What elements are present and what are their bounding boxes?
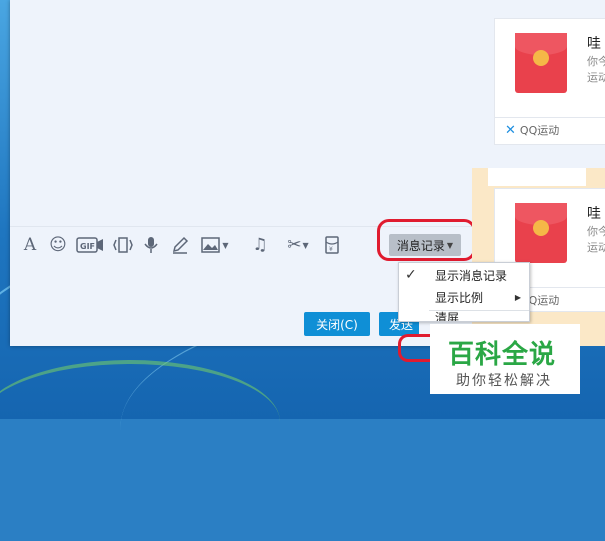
chevron-down-icon: ▼ [302, 240, 309, 250]
menu-item-zoom[interactable]: 显示比例 ▶ [399, 286, 529, 308]
card-subtitle: 你今 [587, 55, 605, 68]
card-subtitle: 运动 [587, 71, 605, 84]
history-context-menu: ✓ 显示消息记录 显示比例 ▶ 清屏 [398, 262, 530, 322]
image-icon[interactable]: ▼ [200, 234, 230, 256]
watermark-logo: 百科全说 助你轻松解决 [430, 324, 580, 394]
vibrate-icon[interactable] [112, 234, 134, 256]
gif-icon[interactable]: GIF [76, 234, 104, 256]
menu-item-clear[interactable]: 清屏 [435, 311, 459, 321]
font-icon[interactable]: A [20, 234, 40, 256]
pen-icon[interactable] [170, 234, 190, 256]
card-title: 哇 [587, 36, 601, 52]
check-icon: ✓ [405, 267, 417, 283]
sender-bar [488, 168, 586, 186]
input-toolbar: A ☺ GIF ▼ ♫ ✂ ▼ ¥ [10, 230, 370, 260]
music-icon[interactable]: ♫ [250, 234, 270, 256]
close-button[interactable]: 关闭(C) [304, 312, 370, 336]
microphone-icon[interactable] [142, 234, 160, 256]
chevron-down-icon: ▼ [222, 240, 229, 250]
watermark-title: 百科全说 [448, 340, 557, 370]
gif-label: GIF [80, 242, 95, 251]
watermark-subtitle: 助你轻松解决 [456, 373, 552, 389]
runner-icon: ✕ [505, 122, 516, 138]
chevron-right-icon: ▶ [514, 292, 521, 302]
red-packet-icon[interactable]: ¥ [322, 234, 342, 256]
card-title: 哇 [587, 206, 601, 222]
annotation-circle [377, 219, 476, 261]
card-subtitle: 你今 [587, 225, 605, 238]
card-footer-label: QQ运动 [519, 124, 560, 137]
red-packet-icon [515, 203, 567, 263]
menu-item-show-history[interactable]: ✓ 显示消息记录 [399, 264, 529, 286]
menu-item-label: 显示消息记录 [435, 268, 508, 283]
svg-text:¥: ¥ [329, 246, 333, 253]
card-footer: ✕QQ运动 [495, 117, 605, 142]
red-packet-icon [515, 33, 567, 93]
card-subtitle: 运动 [587, 241, 605, 254]
emoji-icon[interactable]: ☺ [48, 234, 68, 256]
red-packet-card[interactable]: 哇 你今 运动 ✕QQ运动 [494, 18, 605, 145]
menu-item-label: 显示比例 [435, 290, 484, 305]
scissors-icon[interactable]: ✂ ▼ [282, 234, 314, 256]
